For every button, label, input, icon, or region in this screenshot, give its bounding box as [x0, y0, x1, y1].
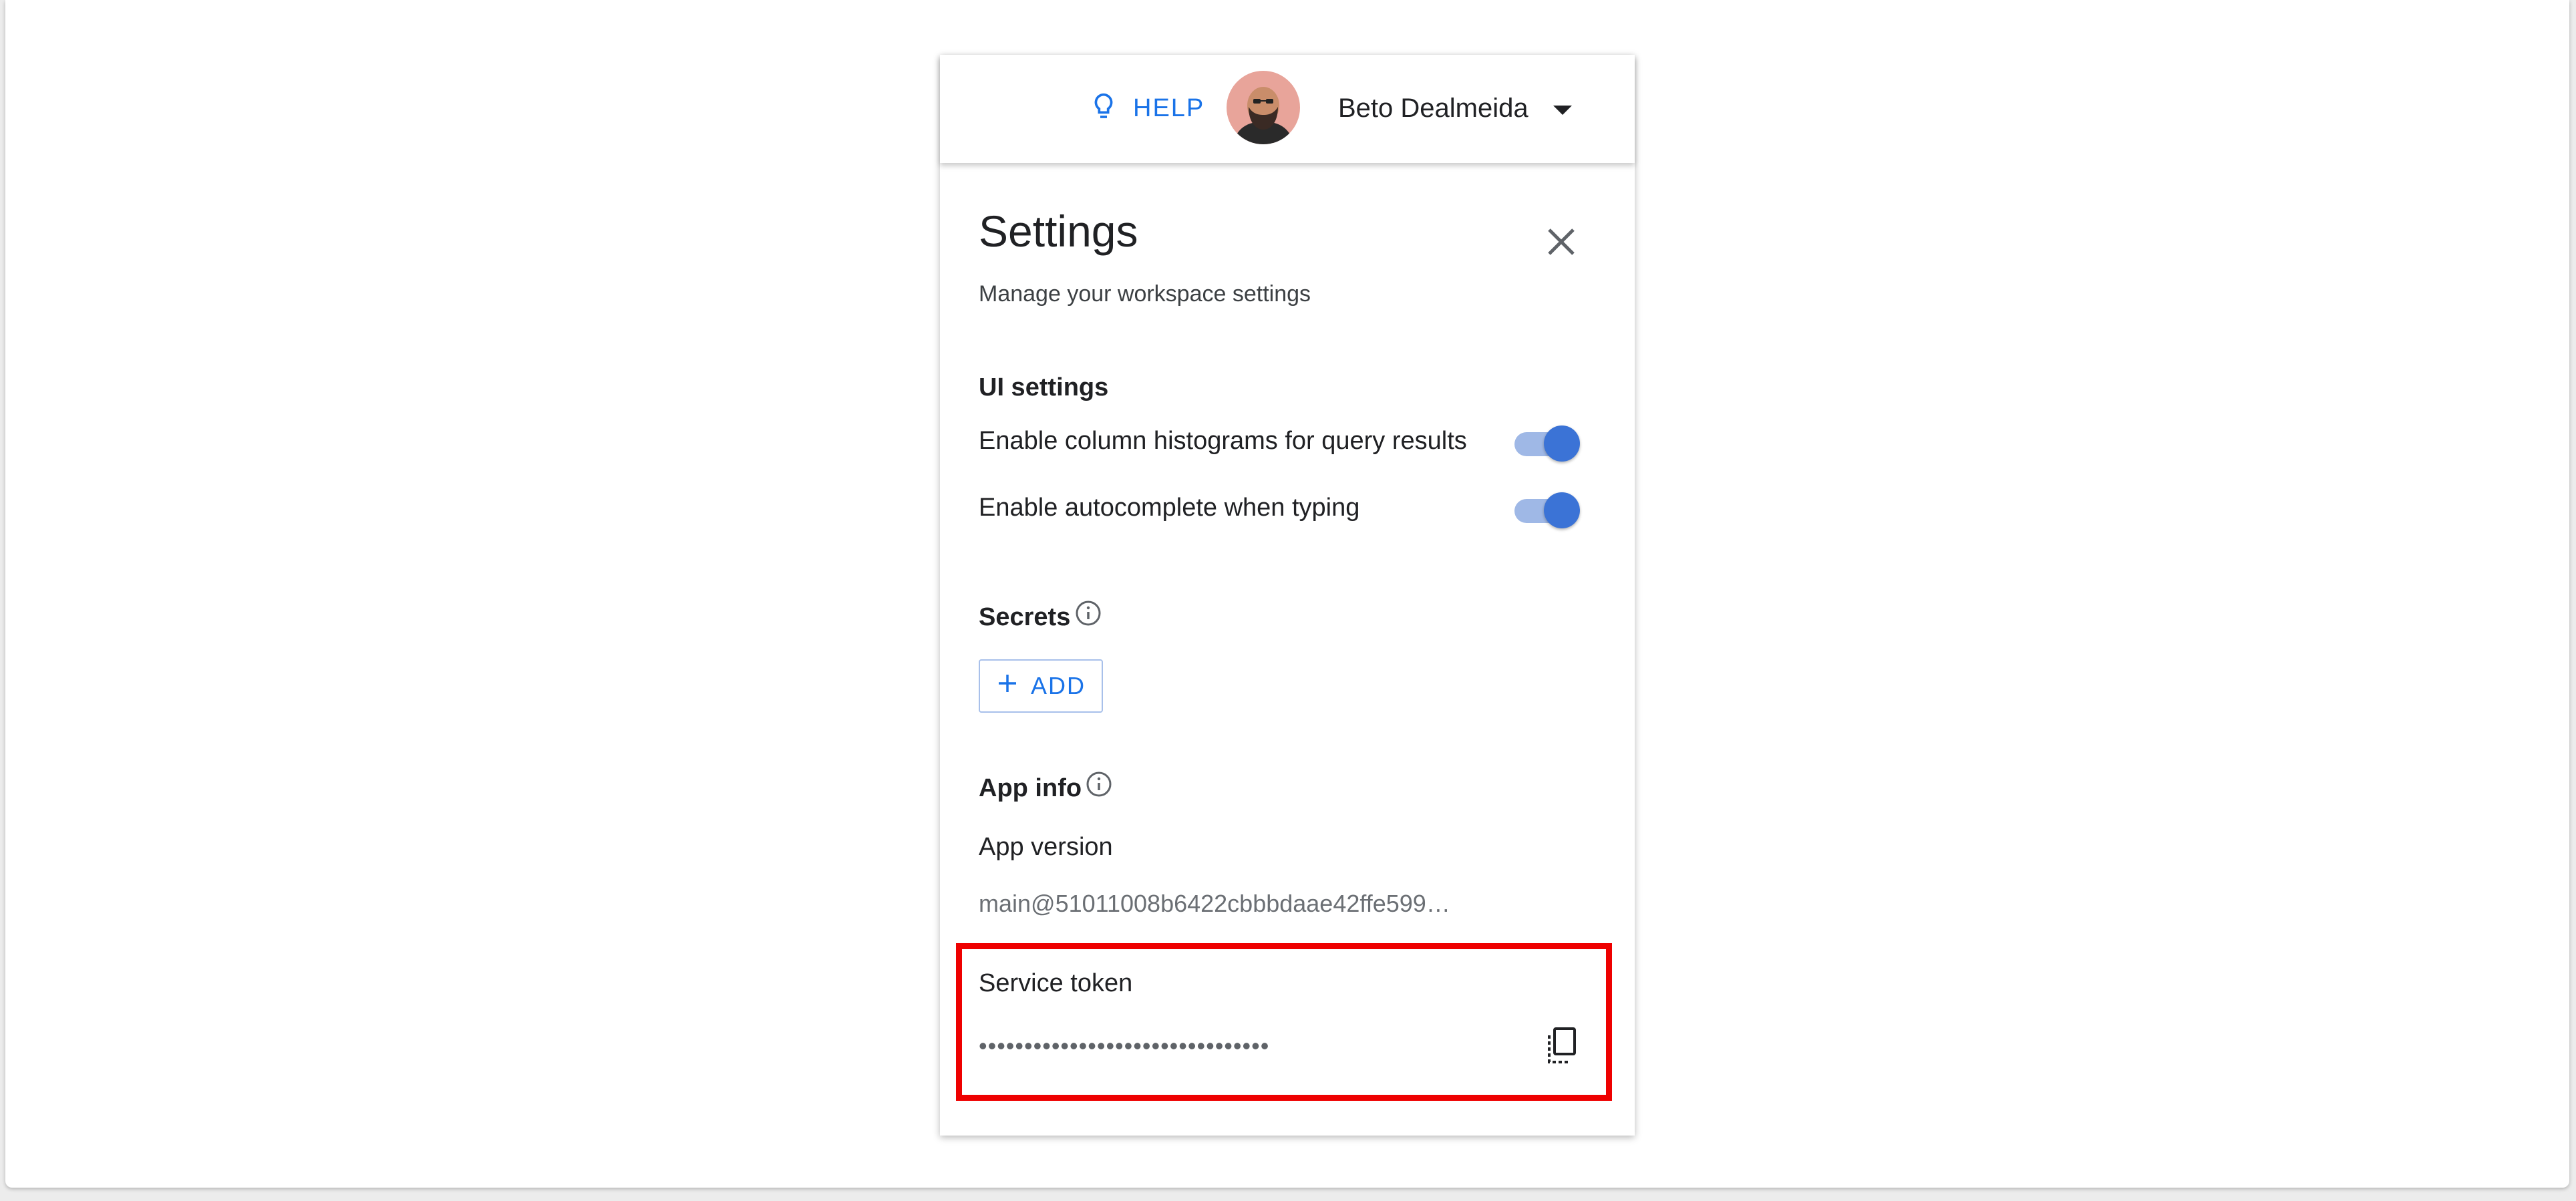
plus-icon: [996, 672, 1019, 701]
user-name[interactable]: Beto Dealmeida: [1338, 92, 1528, 124]
add-label: ADD: [1030, 672, 1086, 699]
avatar[interactable]: [1227, 71, 1300, 144]
settings-title: Settings: [979, 206, 1138, 256]
service-token-label: Service token: [979, 969, 1133, 997]
add-secret-button[interactable]: ADD: [979, 659, 1103, 713]
app-info-heading: App info: [979, 774, 1082, 802]
autocomplete-setting-label: Enable autocomplete when typing: [979, 494, 1360, 522]
toggle-thumb: [1544, 492, 1580, 528]
app-version-label: App version: [979, 833, 1113, 861]
histograms-setting-label: Enable column histograms for query resul…: [979, 427, 1467, 455]
info-icon[interactable]: [1074, 598, 1103, 628]
settings-subtitle: Manage your workspace settings: [979, 281, 1311, 307]
caret-down-icon[interactable]: [1548, 99, 1577, 120]
help-button[interactable]: HELP: [1090, 90, 1204, 127]
histograms-toggle[interactable]: [1513, 421, 1580, 462]
top-bar: HELP Beto Dealmeida: [940, 55, 1635, 163]
lightbulb-icon: [1090, 91, 1117, 126]
secrets-heading: Secrets: [979, 603, 1071, 631]
close-icon[interactable]: [1540, 220, 1583, 263]
settings-panel: HELP Beto Dealmeida Settings Manage your…: [940, 55, 1635, 1136]
copy-icon[interactable]: [1541, 1025, 1581, 1067]
autocomplete-toggle[interactable]: [1513, 488, 1580, 528]
info-icon[interactable]: [1084, 769, 1114, 799]
toggle-thumb: [1544, 425, 1580, 462]
ui-settings-heading: UI settings: [979, 373, 1109, 401]
service-token-value: ••••••••••••••••••••••••••••••••: [979, 1032, 1270, 1059]
help-label: HELP: [1133, 94, 1205, 122]
app-version-value: main@51011008b6422cbbbdaae42ffe599…: [979, 890, 1450, 917]
